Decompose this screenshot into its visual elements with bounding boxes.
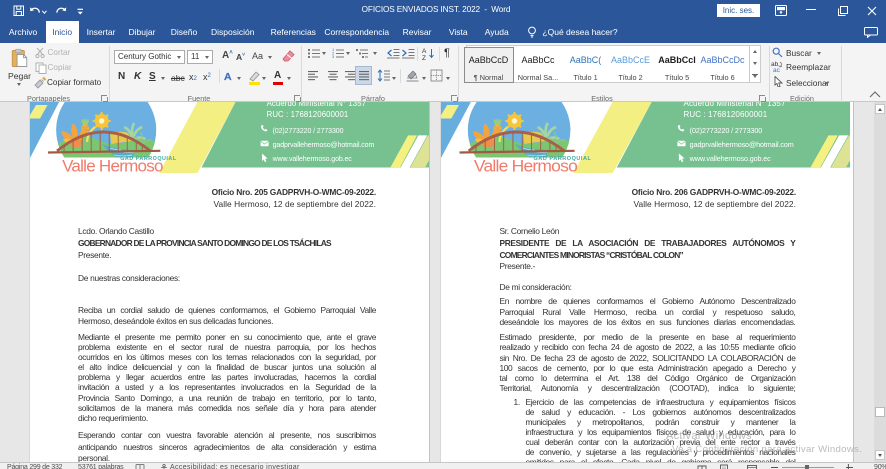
- svg-text:ac: ac: [773, 67, 781, 72]
- svg-text:3: 3: [332, 54, 335, 59]
- svg-text:gadprvallehermoso@hotmail.com: gadprvallehermoso@hotmail.com: [690, 141, 794, 149]
- svg-text:(02)2773220 / 2773300: (02)2773220 / 2773300: [690, 127, 763, 135]
- svg-text:GAD PARROQUIAL: GAD PARROQUIAL: [533, 156, 591, 162]
- svg-text:www.vallehermoso.gob.ec: www.vallehermoso.gob.ec: [272, 156, 353, 163]
- svg-text:gadprvallehermoso@hotmail.com: gadprvallehermoso@hotmail.com: [273, 142, 375, 149]
- svg-text:Acuerdo Ministerial N° 1357: Acuerdo Ministerial N° 1357: [684, 102, 786, 108]
- svg-text:GAD PARROQUIAL: GAD PARROQUIAL: [120, 156, 177, 162]
- svg-text:Z: Z: [422, 55, 426, 60]
- svg-text:(02)2773220 / 2773300: (02)2773220 / 2773300: [273, 128, 344, 135]
- svg-text:www.vallehermoso.gob.ec: www.vallehermoso.gob.ec: [689, 155, 772, 163]
- svg-text:Acuerdo Ministerial N° 1357: Acuerdo Ministerial N° 1357: [267, 102, 367, 108]
- svg-text:RUC : 1768120600001: RUC : 1768120600001: [684, 110, 768, 119]
- svg-text:RUC : 1768120600001: RUC : 1768120600001: [267, 110, 349, 119]
- svg-text:A: A: [422, 48, 427, 55]
